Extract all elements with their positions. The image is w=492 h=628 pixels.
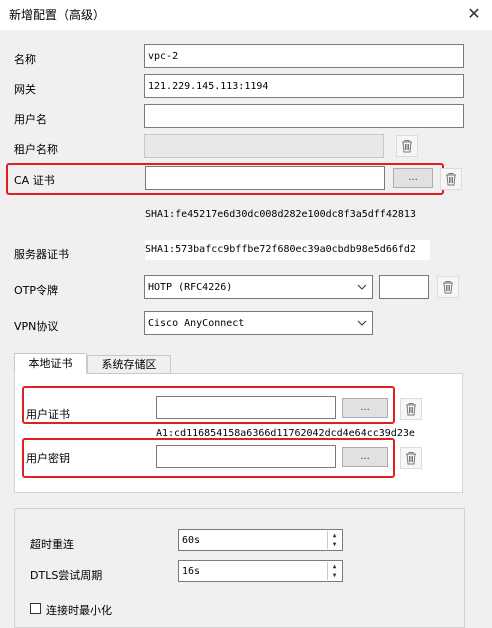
user-key-browse-button[interactable]: ... bbox=[342, 447, 388, 467]
reconnect-timeout-label: 超时重连 bbox=[30, 538, 74, 551]
otp-delete-button[interactable] bbox=[437, 276, 459, 298]
user-key-label: 用户密钥 bbox=[26, 452, 70, 465]
tab-system-store[interactable]: 系统存储区 bbox=[87, 355, 171, 374]
tenant-input bbox=[144, 134, 384, 158]
ca-cert-label: CA 证书 bbox=[14, 174, 55, 187]
minimize-on-connect-checkbox[interactable] bbox=[30, 603, 41, 614]
reconnect-timeout-value: 60s bbox=[182, 534, 201, 546]
user-cert-label: 用户证书 bbox=[26, 408, 70, 421]
ca-cert-sha1: SHA1:fe45217e6d30dc008d282e100dc8f3a5dff… bbox=[145, 209, 416, 220]
spin-down-icon[interactable]: ▼ bbox=[328, 571, 341, 580]
name-input[interactable]: vpc-2 bbox=[144, 44, 464, 68]
tenant-delete-button[interactable] bbox=[396, 135, 418, 157]
chevron-down-icon bbox=[357, 284, 367, 290]
trash-icon bbox=[406, 452, 416, 465]
otp-label: OTP令牌 bbox=[14, 284, 59, 297]
vpn-protocol-selected: Cisco AnyConnect bbox=[148, 317, 245, 329]
ca-cert-delete-button[interactable] bbox=[440, 168, 462, 190]
otp-select[interactable]: HOTP (RFC4226) bbox=[144, 275, 373, 299]
trash-icon bbox=[402, 140, 412, 153]
spin-up-icon[interactable]: ▲ bbox=[328, 562, 341, 571]
server-cert-label: 服务器证书 bbox=[14, 248, 69, 261]
chevron-down-icon bbox=[357, 320, 367, 326]
user-cert-browse-button[interactable]: ... bbox=[342, 398, 388, 418]
reconnect-timeout-spinner[interactable]: ▲ ▼ bbox=[327, 531, 341, 549]
spin-up-icon[interactable]: ▲ bbox=[328, 531, 341, 540]
username-label: 用户名 bbox=[14, 113, 47, 126]
ca-cert-browse-button[interactable]: ... bbox=[393, 168, 433, 188]
user-key-delete-button[interactable] bbox=[400, 447, 422, 469]
dtls-period-input[interactable]: 16s ▲ ▼ bbox=[178, 560, 343, 582]
reconnect-timeout-input[interactable]: 60s ▲ ▼ bbox=[178, 529, 343, 551]
window-title: 新增配置（高级） bbox=[9, 8, 106, 22]
trash-icon bbox=[443, 281, 453, 294]
tenant-label: 租户名称 bbox=[14, 143, 58, 156]
vpn-protocol-label: VPN协议 bbox=[14, 320, 59, 333]
server-cert-sha1: SHA1:573bafcc9bffbe72f680ec39a0cbdb98e5d… bbox=[145, 240, 430, 260]
user-cert-input[interactable] bbox=[156, 396, 336, 419]
spin-down-icon[interactable]: ▼ bbox=[328, 540, 341, 549]
trash-icon bbox=[406, 403, 416, 416]
dtls-period-value: 16s bbox=[182, 565, 201, 577]
gateway-label: 网关 bbox=[14, 83, 36, 96]
gateway-input[interactable]: 121.229.145.113:1194 bbox=[144, 74, 464, 98]
dtls-period-spinner[interactable]: ▲ ▼ bbox=[327, 562, 341, 580]
user-cert-delete-button[interactable] bbox=[400, 398, 422, 420]
dtls-period-label: DTLS尝试周期 bbox=[30, 569, 103, 582]
close-button[interactable]: ✕ bbox=[463, 3, 485, 25]
trash-icon bbox=[446, 173, 456, 186]
ca-cert-input[interactable] bbox=[145, 166, 385, 190]
otp-selected: HOTP (RFC4226) bbox=[148, 281, 233, 293]
vpn-protocol-select[interactable]: Cisco AnyConnect bbox=[144, 311, 373, 335]
username-input[interactable] bbox=[144, 104, 464, 128]
user-key-input[interactable] bbox=[156, 445, 336, 468]
tab-local-cert[interactable]: 本地证书 bbox=[14, 353, 87, 374]
minimize-on-connect-label: 连接时最小化 bbox=[46, 604, 112, 617]
otp-value-input[interactable] bbox=[379, 275, 429, 299]
name-label: 名称 bbox=[14, 53, 36, 66]
